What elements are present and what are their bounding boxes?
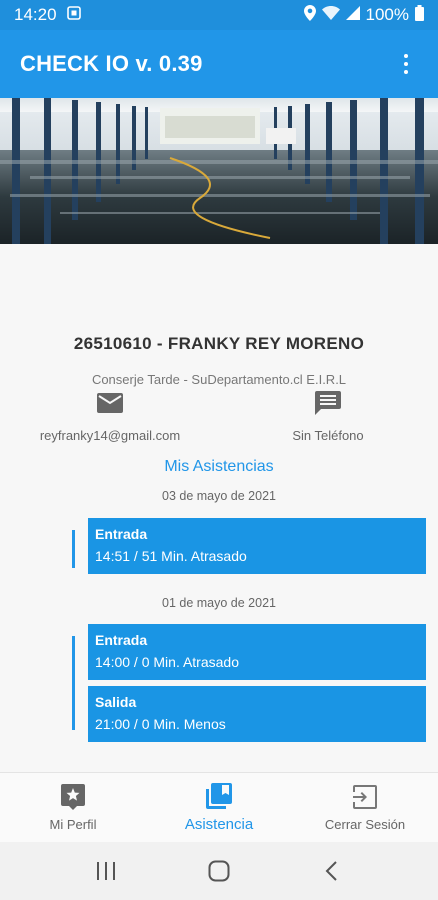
- exit-icon: [351, 783, 379, 811]
- bottom-navigation: Mi Perfil Asistencia Cerrar Sesión: [0, 772, 438, 842]
- message-icon: [313, 390, 343, 416]
- back-icon: [325, 861, 337, 881]
- more-vert-icon: [404, 54, 408, 58]
- battery-percent: 100%: [365, 5, 409, 24]
- nav-label-profile: Mi Perfil: [49, 817, 97, 832]
- notification-icon: [66, 5, 81, 25]
- email-label: reyfranky14@gmail.com: [39, 428, 181, 443]
- nav-item-profile[interactable]: Mi Perfil: [0, 773, 146, 842]
- app-bar: CHECK IO v. 0.39: [0, 30, 438, 98]
- entry-type: Entrada: [95, 526, 148, 542]
- nav-item-logout[interactable]: Cerrar Sesión: [292, 773, 438, 842]
- user-name: 26510610 - FRANKY REY MORENO: [73, 334, 365, 353]
- home-icon: [208, 860, 230, 882]
- timeline-line: [72, 530, 75, 568]
- profile-badge-icon: [59, 783, 87, 811]
- timeline-line: [72, 636, 75, 730]
- header-banner-image: [0, 98, 438, 244]
- status-bar: 14:20 100%: [0, 0, 438, 30]
- attendance-section-title: Mis Asistencias: [164, 458, 274, 475]
- entry-type: Entrada: [95, 632, 148, 648]
- app-title: CHECK IO v. 0.39: [20, 51, 203, 76]
- entry-detail: 21:00 / 0 Min. Menos: [95, 716, 226, 732]
- more-options-button[interactable]: [394, 44, 418, 84]
- email-contact[interactable]: reyfranky14@gmail.com: [10, 390, 210, 443]
- nav-label-logout: Cerrar Sesión: [324, 817, 406, 832]
- phone-contact[interactable]: Sin Teléfono: [228, 390, 428, 443]
- recent-apps-button[interactable]: [86, 851, 126, 891]
- back-button[interactable]: [312, 851, 352, 891]
- entry-type: Salida: [95, 694, 137, 710]
- location-icon: [303, 4, 316, 26]
- email-icon: [95, 390, 125, 416]
- entry-detail: 14:51 / 51 Min. Atrasado: [95, 548, 247, 564]
- entry-detail: 14:00 / 0 Min. Atrasado: [95, 654, 239, 670]
- nav-item-attendance[interactable]: Asistencia: [146, 773, 292, 842]
- home-button[interactable]: [199, 851, 239, 891]
- user-role: Conserje Tarde - SuDepartamento.cl E.I.R…: [91, 372, 347, 387]
- battery-icon: [415, 4, 424, 26]
- recent-apps-icon: [97, 862, 116, 880]
- profile-content: 26510610 - FRANKY REY MORENO Conserje Ta…: [0, 244, 438, 772]
- nav-label-attendance: Asistencia: [184, 816, 254, 833]
- signal-icon: [345, 5, 360, 25]
- library-books-icon: [205, 782, 233, 810]
- attendance-date: 01 de mayo de 2021: [162, 596, 276, 610]
- attendance-entry-card[interactable]: Salida 21:00 / 0 Min. Menos: [88, 686, 426, 742]
- attendance-entry-card[interactable]: Entrada 14:51 / 51 Min. Atrasado: [88, 518, 426, 574]
- system-navigation-bar: [0, 842, 438, 900]
- status-time: 14:20: [14, 5, 57, 24]
- phone-label: Sin Teléfono: [292, 428, 364, 443]
- attendance-entry-card[interactable]: Entrada 14:00 / 0 Min. Atrasado: [88, 624, 426, 680]
- attendance-date: 03 de mayo de 2021: [162, 489, 276, 503]
- wifi-icon: [321, 5, 340, 25]
